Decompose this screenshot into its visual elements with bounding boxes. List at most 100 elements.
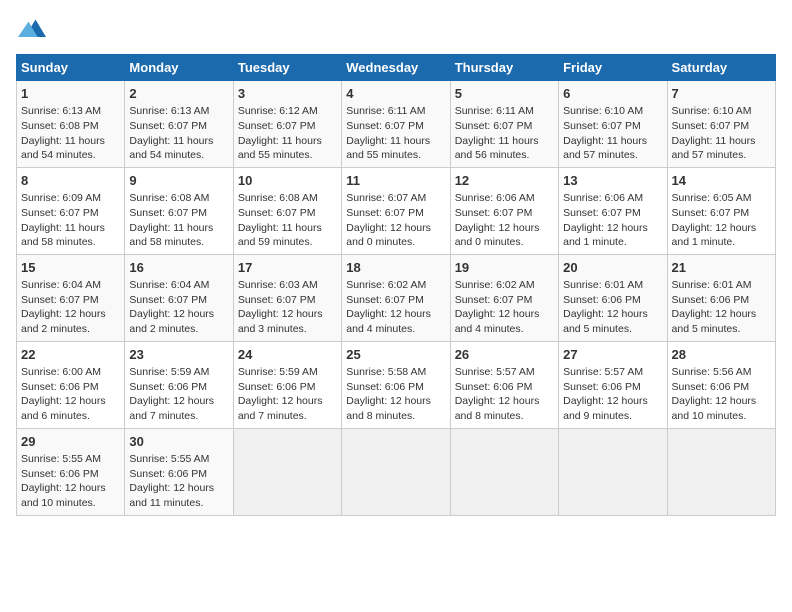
calendar-cell: 20Sunrise: 6:01 AMSunset: 6:06 PMDayligh…: [559, 254, 667, 341]
sunrise: Sunrise: 6:05 AM: [672, 192, 752, 204]
sunrise: Sunrise: 6:12 AM: [238, 105, 318, 117]
daylight: Daylight: 11 hours and 56 minutes.: [455, 135, 539, 162]
sunrise: Sunrise: 6:04 AM: [129, 279, 209, 291]
sunset: Sunset: 6:07 PM: [563, 207, 641, 219]
calendar-cell: 30Sunrise: 5:55 AMSunset: 6:06 PMDayligh…: [125, 428, 233, 515]
day-number: 29: [21, 433, 120, 451]
daylight: Daylight: 12 hours and 5 minutes.: [672, 308, 757, 335]
col-monday: Monday: [125, 55, 233, 81]
sunrise: Sunrise: 5:57 AM: [455, 366, 535, 378]
sunrise: Sunrise: 6:13 AM: [129, 105, 209, 117]
calendar-cell: 17Sunrise: 6:03 AMSunset: 6:07 PMDayligh…: [233, 254, 341, 341]
day-number: 7: [672, 85, 771, 103]
calendar-week-row: 1Sunrise: 6:13 AMSunset: 6:08 PMDaylight…: [17, 81, 776, 168]
sunrise: Sunrise: 6:02 AM: [455, 279, 535, 291]
sunset: Sunset: 6:07 PM: [129, 294, 207, 306]
calendar-cell: [342, 428, 450, 515]
daylight: Daylight: 12 hours and 1 minute.: [563, 222, 648, 249]
sunset: Sunset: 6:07 PM: [21, 294, 99, 306]
sunrise: Sunrise: 5:56 AM: [672, 366, 752, 378]
calendar-cell: 27Sunrise: 5:57 AMSunset: 6:06 PMDayligh…: [559, 341, 667, 428]
calendar-cell: [559, 428, 667, 515]
daylight: Daylight: 12 hours and 2 minutes.: [129, 308, 214, 335]
day-number: 24: [238, 346, 337, 364]
sunset: Sunset: 6:07 PM: [455, 207, 533, 219]
day-number: 17: [238, 259, 337, 277]
calendar-week-row: 15Sunrise: 6:04 AMSunset: 6:07 PMDayligh…: [17, 254, 776, 341]
sunset: Sunset: 6:07 PM: [129, 207, 207, 219]
logo-icon: [18, 16, 46, 44]
col-thursday: Thursday: [450, 55, 558, 81]
sunset: Sunset: 6:06 PM: [672, 294, 750, 306]
sunset: Sunset: 6:08 PM: [21, 120, 99, 132]
day-number: 16: [129, 259, 228, 277]
calendar-cell: 8Sunrise: 6:09 AMSunset: 6:07 PMDaylight…: [17, 167, 125, 254]
day-number: 3: [238, 85, 337, 103]
day-number: 27: [563, 346, 662, 364]
sunset: Sunset: 6:07 PM: [455, 120, 533, 132]
calendar-cell: 15Sunrise: 6:04 AMSunset: 6:07 PMDayligh…: [17, 254, 125, 341]
calendar-cell: 5 Sunrise: 6:11 AM Sunset: 6:07 PM Daylight…: [450, 81, 558, 168]
daylight: Daylight: 11 hours and 55 minutes.: [238, 135, 322, 162]
daylight: Daylight: 12 hours and 9 minutes.: [563, 395, 648, 422]
sunset: Sunset: 6:07 PM: [129, 120, 207, 132]
calendar-cell: 24Sunrise: 5:59 AMSunset: 6:06 PMDayligh…: [233, 341, 341, 428]
sunrise: Sunrise: 6:08 AM: [129, 192, 209, 204]
calendar-cell: 10Sunrise: 6:08 AMSunset: 6:07 PMDayligh…: [233, 167, 341, 254]
sunrise: Sunrise: 5:58 AM: [346, 366, 426, 378]
sunset: Sunset: 6:07 PM: [455, 294, 533, 306]
day-number: 4: [346, 85, 445, 103]
day-number: 2: [129, 85, 228, 103]
daylight: Daylight: 12 hours and 7 minutes.: [129, 395, 214, 422]
sunrise: Sunrise: 6:08 AM: [238, 192, 318, 204]
daylight: Daylight: 12 hours and 3 minutes.: [238, 308, 323, 335]
day-number: 5: [455, 85, 554, 103]
sunrise: Sunrise: 5:59 AM: [238, 366, 318, 378]
day-number: 19: [455, 259, 554, 277]
calendar-cell: 16 Sunrise: 6:04 AM Sunset: 6:07 PM Dayligh…: [125, 254, 233, 341]
day-number: 12: [455, 172, 554, 190]
day-number: 14: [672, 172, 771, 190]
calendar-cell: 12Sunrise: 6:06 AMSunset: 6:07 PMDayligh…: [450, 167, 558, 254]
sunset: Sunset: 6:06 PM: [21, 381, 99, 393]
day-number: 23: [129, 346, 228, 364]
calendar-cell: 1Sunrise: 6:13 AMSunset: 6:08 PMDaylight…: [17, 81, 125, 168]
daylight: Daylight: 12 hours and 8 minutes.: [455, 395, 540, 422]
calendar-cell: [233, 428, 341, 515]
daylight: Daylight: 11 hours and 54 minutes.: [21, 135, 105, 162]
sunrise: Sunrise: 6:11 AM: [455, 105, 534, 117]
day-number: 20: [563, 259, 662, 277]
sunrise: Sunrise: 6:07 AM: [346, 192, 426, 204]
daylight: Daylight: 12 hours and 4 minutes.: [346, 308, 431, 335]
daylight: Daylight: 11 hours and 57 minutes.: [563, 135, 647, 162]
daylight: Daylight: 11 hours and 58 minutes.: [129, 222, 213, 249]
calendar-cell: 25Sunrise: 5:58 AMSunset: 6:06 PMDayligh…: [342, 341, 450, 428]
daylight: Daylight: 12 hours and 4 minutes.: [455, 308, 540, 335]
sunset: Sunset: 6:07 PM: [672, 207, 750, 219]
day-number: 26: [455, 346, 554, 364]
sunrise: Sunrise: 6:01 AM: [563, 279, 643, 291]
calendar-cell: 11Sunrise: 6:07 AMSunset: 6:07 PMDayligh…: [342, 167, 450, 254]
calendar-cell: 2Sunrise: 6:13 AMSunset: 6:07 PMDaylight…: [125, 81, 233, 168]
col-friday: Friday: [559, 55, 667, 81]
day-number: 11: [346, 172, 445, 190]
sunrise: Sunrise: 6:06 AM: [563, 192, 643, 204]
daylight: Daylight: 12 hours and 1 minute.: [672, 222, 757, 249]
day-number: 13: [563, 172, 662, 190]
sunrise: Sunrise: 6:01 AM: [672, 279, 752, 291]
calendar-cell: 21Sunrise: 6:01 AMSunset: 6:06 PMDayligh…: [667, 254, 775, 341]
sunset: Sunset: 6:07 PM: [238, 207, 316, 219]
sunset: Sunset: 6:06 PM: [21, 468, 99, 480]
sunrise: Sunrise: 5:59 AM: [129, 366, 209, 378]
sunset: Sunset: 6:06 PM: [455, 381, 533, 393]
day-number: 30: [129, 433, 228, 451]
daylight: Daylight: 12 hours and 5 minutes.: [563, 308, 648, 335]
sunrise: Sunrise: 6:04 AM: [21, 279, 101, 291]
daylight: Daylight: 11 hours and 59 minutes.: [238, 222, 322, 249]
calendar-week-row: 22Sunrise: 6:00 AMSunset: 6:06 PMDayligh…: [17, 341, 776, 428]
day-number: 8: [21, 172, 120, 190]
sunset: Sunset: 6:07 PM: [563, 120, 641, 132]
calendar-cell: 28Sunrise: 5:56 AMSunset: 6:06 PMDayligh…: [667, 341, 775, 428]
sunset: Sunset: 6:07 PM: [346, 294, 424, 306]
sunset: Sunset: 6:06 PM: [129, 381, 207, 393]
